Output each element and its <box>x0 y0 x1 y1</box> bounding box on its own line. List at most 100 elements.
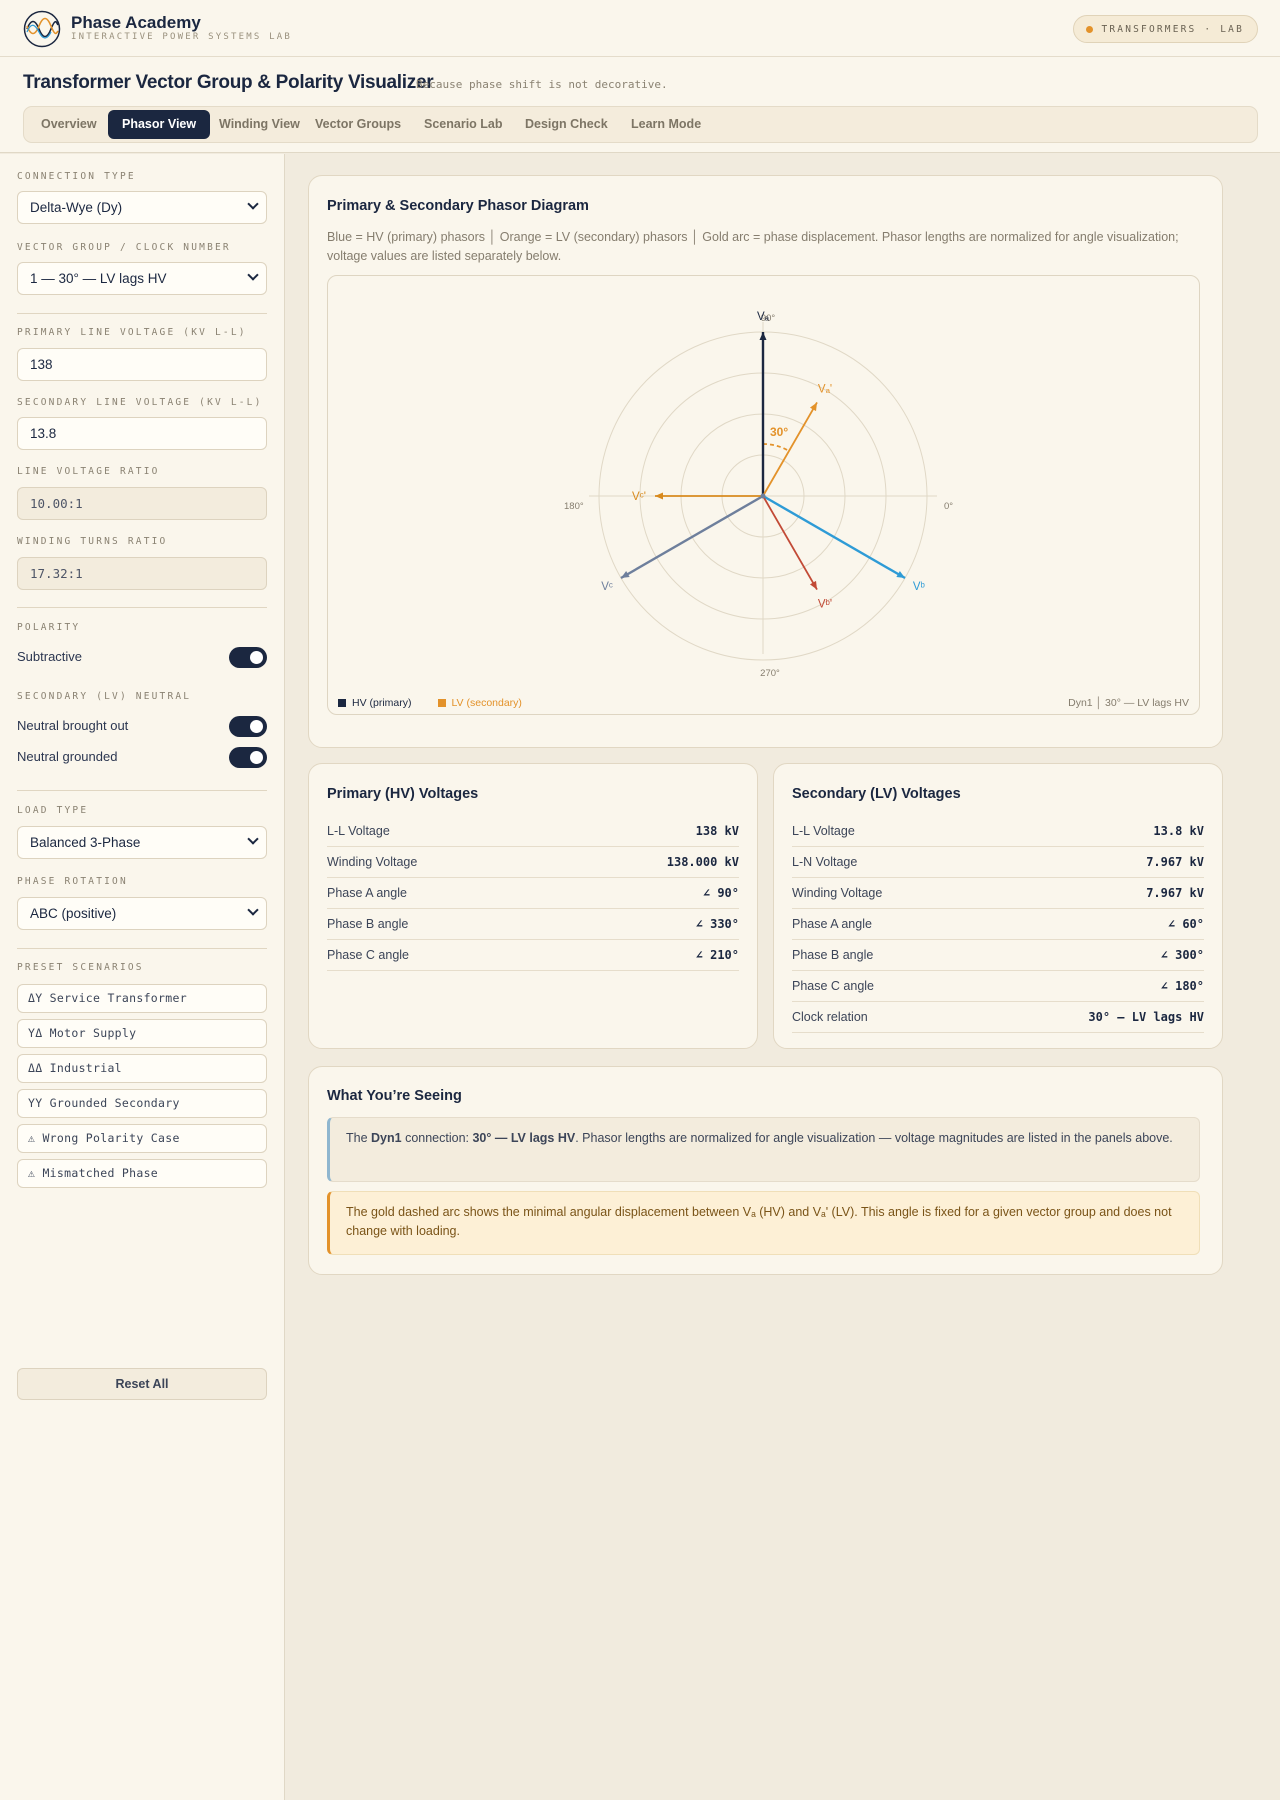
preset-wrong-polarity[interactable]: ⚠ Wrong Polarity Case <box>17 1124 267 1153</box>
note-vector-group: Dyn1 <box>371 1131 402 1145</box>
note-text: . Phasor lengths are normalized for angl… <box>575 1131 1173 1145</box>
secondary-voltage-input[interactable]: 13.8 <box>17 417 267 450</box>
row-label: L-N Voltage <box>792 855 858 869</box>
legend-hv-swatch <box>338 699 346 707</box>
phasor-diagram-card: Primary & Secondary Phasor Diagram Blue … <box>308 175 1223 748</box>
phase-rotation-select[interactable]: ABC (positive) <box>17 897 267 930</box>
neutral-label: SECONDARY (LV) NEUTRAL <box>17 691 192 702</box>
legend-lv-swatch <box>437 699 446 707</box>
vector-group-label: VECTOR GROUP / CLOCK NUMBER <box>17 242 231 253</box>
row-value: ∠ 180° <box>1160 979 1204 993</box>
tab-bar: Overview Phasor View Winding View Vector… <box>23 106 1258 143</box>
axis-label-0: 0° <box>944 501 953 512</box>
row-value: 7.967 kV <box>1146 886 1204 900</box>
section-badge-label: TRANSFORMERS · LAB <box>1101 23 1244 35</box>
secondary-voltages-card: Secondary (LV) Voltages L-L Voltage 13.8 … <box>773 763 1223 1049</box>
table-row: Phase C angle ∠ 210° <box>327 940 739 971</box>
note-clock-relation: 30° — LV lags HV <box>472 1131 576 1145</box>
phasor-footer: Dyn1 │ 30° — LV lags HV <box>1068 697 1189 709</box>
table-row: Winding Voltage 138.000 kV <box>327 847 739 878</box>
phasor-card-title: Primary & Secondary Phasor Diagram <box>327 198 589 214</box>
line-ratio-label: LINE VOLTAGE RATIO <box>17 466 160 477</box>
table-row: Phase A angle ∠ 60° <box>792 909 1204 940</box>
phasor-hv-1 <box>762 494 906 580</box>
table-row: Phase A angle ∠ 90° <box>327 878 739 909</box>
neutral-grounded-toggle[interactable] <box>229 747 267 768</box>
row-label: Phase A angle <box>327 886 407 900</box>
phasor-lv-4 <box>762 495 818 590</box>
row-label: Phase A angle <box>792 917 872 931</box>
secondary-card-title: Secondary (LV) Voltages <box>792 786 961 802</box>
tab-vector-groups[interactable]: Vector Groups <box>301 110 415 139</box>
load-type-value: Balanced 3-Phase <box>30 835 141 850</box>
primary-voltage-input[interactable]: 138 <box>17 348 267 381</box>
polarity-label: POLARITY <box>17 622 81 633</box>
phasor-plot: 90° 0° 180° 270° 30° Vₐ Vᵇ Vᶜ Vₐ' Vᵇ' Vᶜ' HV … <box>327 275 1200 715</box>
legend-hv-label: HV (primary) <box>352 697 412 709</box>
phasor-label: Vᶜ' <box>632 491 646 503</box>
secondary-voltage-label: SECONDARY LINE VOLTAGE (KV L-L) <box>17 397 263 408</box>
section-badge: TRANSFORMERS · LAB <box>1073 15 1258 43</box>
phasor-label: Vₐ' <box>818 384 832 396</box>
row-label: L-L Voltage <box>792 824 855 838</box>
arrow-head <box>655 492 663 500</box>
axis-label-270: 270° <box>760 668 780 679</box>
phasor-hv-2 <box>620 494 764 580</box>
preset-mismatched-phase[interactable]: ⚠ Mismatched Phase <box>17 1159 267 1188</box>
page-subtitle: Because phase shift is not decorative. <box>416 78 668 91</box>
polarity-toggle[interactable] <box>229 647 267 668</box>
legend-lv-label: LV (secondary) <box>451 697 522 709</box>
divider <box>17 948 267 949</box>
vector-group-value: 1 — 30° — LV lags HV <box>30 271 167 286</box>
connection-type-value: Delta-Wye (Dy) <box>30 200 123 215</box>
arrow-head <box>759 332 767 340</box>
row-value: 138.000 kV <box>666 855 739 869</box>
title-bar: Transformer Vector Group & Polarity Visu… <box>0 57 1280 153</box>
preset-yd-motor[interactable]: YΔ Motor Supply <box>17 1019 267 1048</box>
chevron-down-icon <box>247 198 259 210</box>
phasor-card-description: Blue = HV (primary) phasors │ Orange = L… <box>327 230 1179 263</box>
explanation-title: What You’re Seeing <box>327 1088 462 1104</box>
phase-academy-logo-icon[interactable] <box>23 10 61 48</box>
phase-displacement-arc <box>762 443 790 452</box>
row-label: Winding Voltage <box>792 886 883 900</box>
load-type-select[interactable]: Balanced 3-Phase <box>17 826 267 859</box>
table-row: Phase B angle ∠ 300° <box>792 940 1204 971</box>
neutral-grounded-row: Neutral grounded <box>17 745 267 769</box>
polarity-row: Subtractive <box>17 645 267 669</box>
row-label: Phase C angle <box>327 948 410 962</box>
neutral-brought-out-toggle[interactable] <box>229 716 267 737</box>
reset-all-button[interactable]: Reset All <box>17 1368 267 1400</box>
connection-type-label: CONNECTION TYPE <box>17 171 136 182</box>
row-label: Phase C angle <box>792 979 875 993</box>
brand-tagline: INTERACTIVE POWER SYSTEMS LAB <box>71 32 292 42</box>
row-value: 138 kV <box>695 824 739 838</box>
tab-design-check[interactable]: Design Check <box>511 110 622 139</box>
primary-voltage-label: PRIMARY LINE VOLTAGE (KV L-L) <box>17 327 247 338</box>
tab-learn-mode[interactable]: Learn Mode <box>617 110 715 139</box>
tab-scenario-lab[interactable]: Scenario Lab <box>410 110 517 139</box>
polarity-toggle-label: Subtractive <box>17 649 83 664</box>
preset-dy-service[interactable]: ΔY Service Transformer <box>17 984 267 1013</box>
axis-label-180: 180° <box>564 501 584 512</box>
note-text: The <box>346 1131 372 1145</box>
tab-phasor-view[interactable]: Phasor View <box>108 110 211 139</box>
brand-name[interactable]: Phase Academy <box>71 13 201 33</box>
row-label: Winding Voltage <box>327 855 418 869</box>
legend-hv: HV (primary) <box>338 697 412 709</box>
preset-dd-industrial[interactable]: ΔΔ Industrial <box>17 1054 267 1083</box>
vector-group-select[interactable]: 1 — 30° — LV lags HV <box>17 262 267 295</box>
preset-yy-grounded[interactable]: YY Grounded Secondary <box>17 1089 267 1118</box>
phase-rotation-label: PHASE ROTATION <box>17 876 128 887</box>
phase-displacement-label: 30° <box>770 425 788 439</box>
chevron-down-icon <box>247 833 259 845</box>
divider <box>17 790 267 791</box>
tab-winding-view[interactable]: Winding View <box>205 110 314 139</box>
phasor-label: Vₐ <box>757 311 770 323</box>
tab-overview[interactable]: Overview <box>27 110 111 139</box>
phasor-diagram: 90° 0° 180° 270° 30° VₐVᵇVᶜVₐ'Vᵇ'Vᶜ' <box>564 311 953 679</box>
connection-type-select[interactable]: Delta-Wye (Dy) <box>17 191 267 224</box>
row-label: L-L Voltage <box>327 824 390 838</box>
explanation-card: What You’re Seeing The Dyn1 connection: … <box>308 1066 1223 1275</box>
neutral-brought-out-row: Neutral brought out <box>17 714 267 738</box>
